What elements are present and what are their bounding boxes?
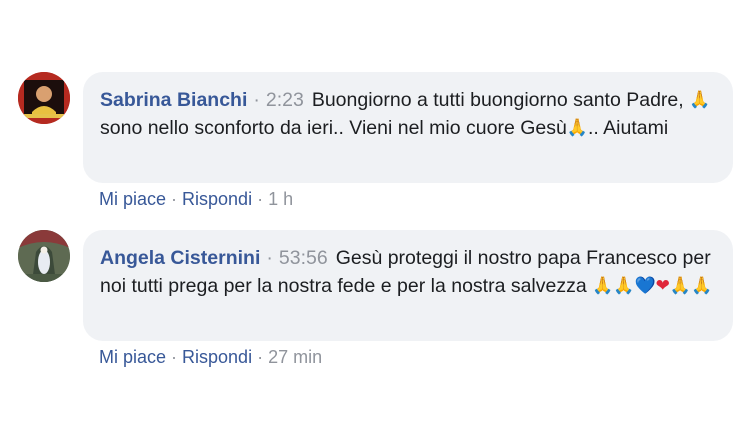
avatar-sabrina-bianchi[interactable] <box>18 72 70 124</box>
comment-bubble: Sabrina Bianchi · 2:23 Buongiorno a tutti b… <box>83 72 733 183</box>
pray-icon: 🙏 <box>566 118 588 138</box>
avatar-image <box>18 230 70 282</box>
separator-dot: · <box>171 347 178 367</box>
separator-dot: · <box>266 247 273 269</box>
pray-icon: 🙏 <box>592 276 614 296</box>
comment-time[interactable]: 2:23 <box>266 89 304 111</box>
pray-icon: 🙏 <box>689 90 711 110</box>
blue-heart-icon: 💙 <box>634 276 656 296</box>
comment-author[interactable]: Angela Cisternini <box>100 247 260 269</box>
reply-link[interactable]: Rispondi <box>182 347 252 367</box>
comment-actions: Mi piace · Rispondi · 1 h <box>99 188 293 210</box>
comment-actions: Mi piace · Rispondi · 27 min <box>99 346 322 368</box>
comment-text: Buongiorno a tutti buongiorno santo Padr… <box>311 89 690 111</box>
reply-link[interactable]: Rispondi <box>182 189 252 209</box>
like-link[interactable]: Mi piace <box>99 347 166 367</box>
like-link[interactable]: Mi piace <box>99 189 166 209</box>
pray-icon: 🙏 <box>613 276 635 296</box>
pray-icon: 🙏 <box>669 276 692 296</box>
comment-text-end: .. Aiutami <box>588 117 669 139</box>
pray-icon: 🙏 <box>691 276 713 296</box>
comment-time[interactable]: 53:56 <box>279 247 328 269</box>
avatar-angela-cisternini[interactable] <box>18 230 70 282</box>
separator-dot: · <box>257 347 264 367</box>
comment-age[interactable]: 27 min <box>268 347 322 367</box>
comment-bubble: Angela Cisternini · 53:56 Gesù proteggi il … <box>83 230 733 341</box>
separator-dot: · <box>253 89 260 111</box>
comment-age[interactable]: 1 h <box>268 189 293 209</box>
separator-dot: · <box>171 189 178 209</box>
red-heart-icon: ❤ <box>655 276 670 296</box>
separator-dot: · <box>257 189 264 209</box>
comment-text-cont: sono nello sconforto da ieri.. Vieni nel… <box>100 117 567 139</box>
avatar-image <box>18 72 70 124</box>
comment-author[interactable]: Sabrina Bianchi <box>100 89 247 111</box>
